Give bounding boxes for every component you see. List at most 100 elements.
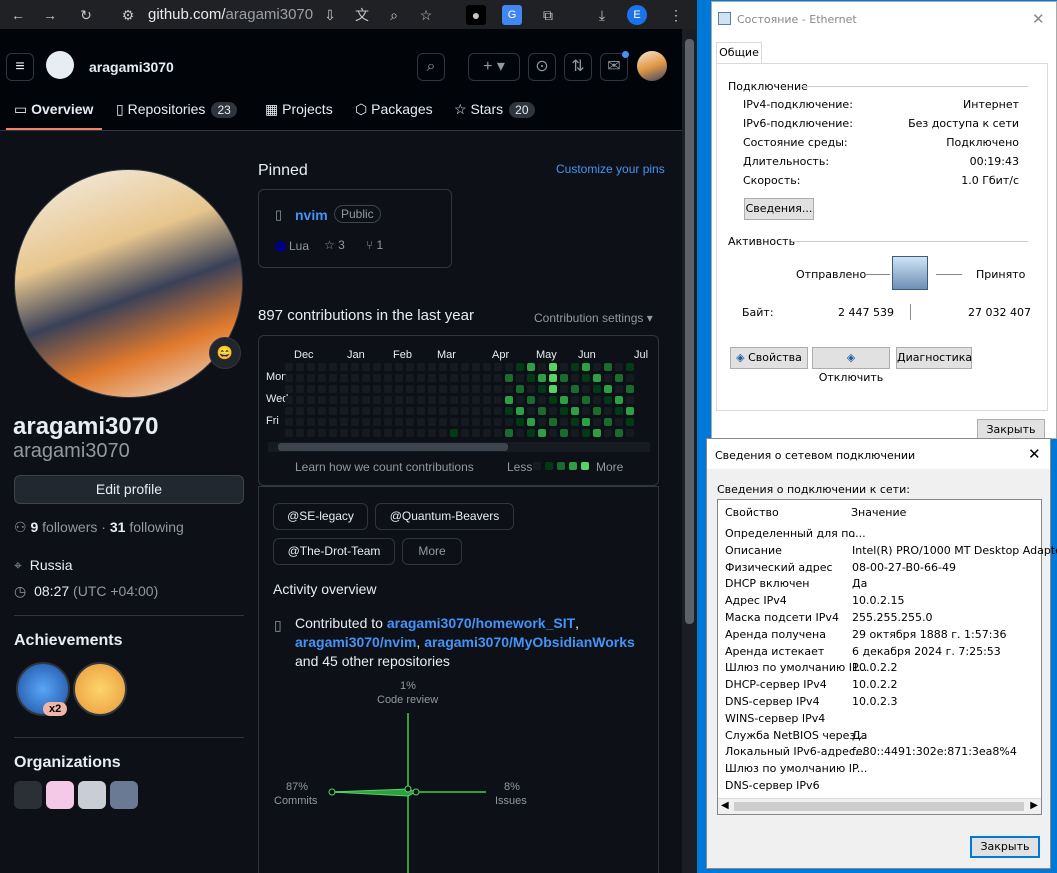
contribution-day[interactable] xyxy=(417,418,425,426)
contribution-day[interactable] xyxy=(406,363,414,371)
contribution-day[interactable] xyxy=(351,418,359,426)
contribution-day[interactable] xyxy=(373,429,381,437)
contribution-day[interactable] xyxy=(472,396,480,404)
contribution-day[interactable] xyxy=(538,429,546,437)
contribution-day[interactable] xyxy=(406,418,414,426)
create-new-button[interactable]: + ▾ xyxy=(468,53,520,81)
tab-general[interactable]: Общие xyxy=(716,42,762,64)
contribution-day[interactable] xyxy=(626,429,634,437)
contribution-day[interactable] xyxy=(516,407,524,415)
contribution-day[interactable] xyxy=(505,396,513,404)
contribution-day[interactable] xyxy=(604,374,612,382)
contribution-day[interactable] xyxy=(285,418,293,426)
contribution-day[interactable] xyxy=(560,407,568,415)
contribution-day[interactable] xyxy=(373,363,381,371)
contribution-day[interactable] xyxy=(450,407,458,415)
customize-pins-link[interactable]: Customize your pins xyxy=(556,162,665,176)
extensions-puzzle-icon[interactable]: ⧉ xyxy=(538,5,558,25)
contribution-day[interactable] xyxy=(373,385,381,393)
translate-extension-icon[interactable]: G xyxy=(502,5,522,25)
contribution-day[interactable] xyxy=(318,363,326,371)
details-row-value[interactable]: . xyxy=(852,527,856,540)
scrollbar-thumb[interactable] xyxy=(734,802,1024,811)
contribution-day[interactable] xyxy=(582,429,590,437)
contribution-day[interactable] xyxy=(538,407,546,415)
contribution-day[interactable] xyxy=(461,385,469,393)
details-row-property[interactable]: Описание xyxy=(725,544,782,557)
details-close-button[interactable]: Закрыть xyxy=(970,836,1040,858)
more-orgs-button[interactable]: More xyxy=(402,538,462,565)
contribution-day[interactable] xyxy=(538,418,546,426)
calendar-scrollbar[interactable] xyxy=(268,442,650,452)
details-button[interactable]: Сведения... xyxy=(744,198,814,220)
contribution-day[interactable] xyxy=(582,396,590,404)
contribution-day[interactable] xyxy=(362,418,370,426)
contribution-day[interactable] xyxy=(428,418,436,426)
repo-link[interactable]: aragami3070/nvim xyxy=(295,634,416,650)
details-row-property[interactable]: Определенный для по... xyxy=(725,527,866,540)
contribution-day[interactable] xyxy=(549,429,557,437)
contribution-day[interactable] xyxy=(461,363,469,371)
contribution-day[interactable] xyxy=(307,363,315,371)
contribution-day[interactable] xyxy=(604,385,612,393)
contribution-day[interactable] xyxy=(615,363,623,371)
contribution-day[interactable] xyxy=(329,429,337,437)
contribution-day[interactable] xyxy=(527,429,535,437)
contribution-day[interactable] xyxy=(604,429,612,437)
page-scrollbar-thumb[interactable] xyxy=(685,39,694,624)
contribution-day[interactable] xyxy=(329,396,337,404)
details-row-property[interactable]: Локальный IPv6-адрес... xyxy=(725,745,865,758)
edit-profile-button[interactable]: Edit profile xyxy=(14,475,244,504)
contribution-day[interactable] xyxy=(428,385,436,393)
contribution-day[interactable] xyxy=(329,374,337,382)
contribution-day[interactable] xyxy=(472,407,480,415)
repo-link[interactable]: aragami3070/homework_SIT xyxy=(387,615,575,631)
contribution-day[interactable] xyxy=(593,374,601,382)
contribution-day[interactable] xyxy=(505,429,513,437)
contribution-day[interactable] xyxy=(340,407,348,415)
contribution-day[interactable] xyxy=(406,407,414,415)
contribution-day[interactable] xyxy=(329,385,337,393)
contribution-day[interactable] xyxy=(439,374,447,382)
contribution-day[interactable] xyxy=(483,385,491,393)
calendar-scrollbar-thumb[interactable] xyxy=(278,443,508,451)
contribution-day[interactable] xyxy=(527,385,535,393)
org-chip-quantum-beavers[interactable]: @Quantum-Beavers xyxy=(375,503,514,530)
contribution-day[interactable] xyxy=(428,363,436,371)
search-icon[interactable]: ⌕ xyxy=(417,53,445,81)
address-bar[interactable]: github.com/aragami3070 xyxy=(148,6,313,23)
contribution-day[interactable] xyxy=(604,418,612,426)
github-logo-icon[interactable] xyxy=(46,51,74,79)
back-icon[interactable]: ← xyxy=(8,5,28,25)
contribution-day[interactable] xyxy=(593,396,601,404)
contribution-day[interactable] xyxy=(483,418,491,426)
contribution-day[interactable] xyxy=(307,374,315,382)
contribution-day[interactable] xyxy=(461,407,469,415)
profile-avatar[interactable]: E xyxy=(627,5,647,25)
contribution-day[interactable] xyxy=(373,374,381,382)
contribution-day[interactable] xyxy=(307,407,315,415)
contribution-day[interactable] xyxy=(516,418,524,426)
contribution-day[interactable] xyxy=(571,385,579,393)
followers-label[interactable]: followers xyxy=(42,519,97,535)
contribution-day[interactable] xyxy=(604,407,612,415)
properties-button[interactable]: ◈ Свойства xyxy=(730,347,808,369)
pull-requests-icon[interactable]: ⇅ xyxy=(564,53,592,81)
details-row-value[interactable]: 10.0.2.15 xyxy=(852,594,904,607)
details-row-value[interactable]: 6 декабря 2024 г. 7:25:53 xyxy=(852,645,1001,658)
contribution-day[interactable] xyxy=(527,407,535,415)
contribution-day[interactable] xyxy=(428,407,436,415)
details-row-property[interactable]: Адрес IPv4 xyxy=(725,594,787,607)
contribution-day[interactable] xyxy=(362,363,370,371)
contribution-day[interactable] xyxy=(340,429,348,437)
contribution-day[interactable] xyxy=(483,374,491,382)
contribution-day[interactable] xyxy=(582,385,590,393)
contribution-day[interactable] xyxy=(296,385,304,393)
contribution-day[interactable] xyxy=(450,385,458,393)
details-row-value[interactable]: Да xyxy=(852,577,867,590)
contribution-day[interactable] xyxy=(494,374,502,382)
tab-projects[interactable]: ▦ Projects xyxy=(265,101,333,118)
contribution-day[interactable] xyxy=(395,385,403,393)
org-avatar[interactable] xyxy=(110,781,138,809)
contribution-day[interactable] xyxy=(560,396,568,404)
